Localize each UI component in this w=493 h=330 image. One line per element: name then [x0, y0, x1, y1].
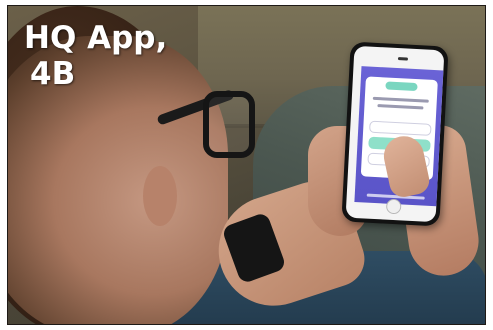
caption: HQ App, 4B: [24, 20, 167, 92]
phone-bezel: [345, 45, 445, 223]
home-button: [385, 198, 402, 215]
question-text-line: [372, 96, 429, 103]
smartphone: [341, 41, 449, 227]
phone-camera: [397, 57, 409, 61]
answer-option: [369, 120, 432, 136]
question-badge: [385, 81, 418, 92]
glasses-lens: [203, 91, 255, 158]
photo: HQ App, 4B: [7, 5, 486, 325]
caption-line-1: HQ App,: [24, 20, 168, 56]
caption-line-2: 4B: [30, 56, 76, 92]
ear: [143, 166, 177, 226]
question-text-line: [377, 104, 424, 110]
